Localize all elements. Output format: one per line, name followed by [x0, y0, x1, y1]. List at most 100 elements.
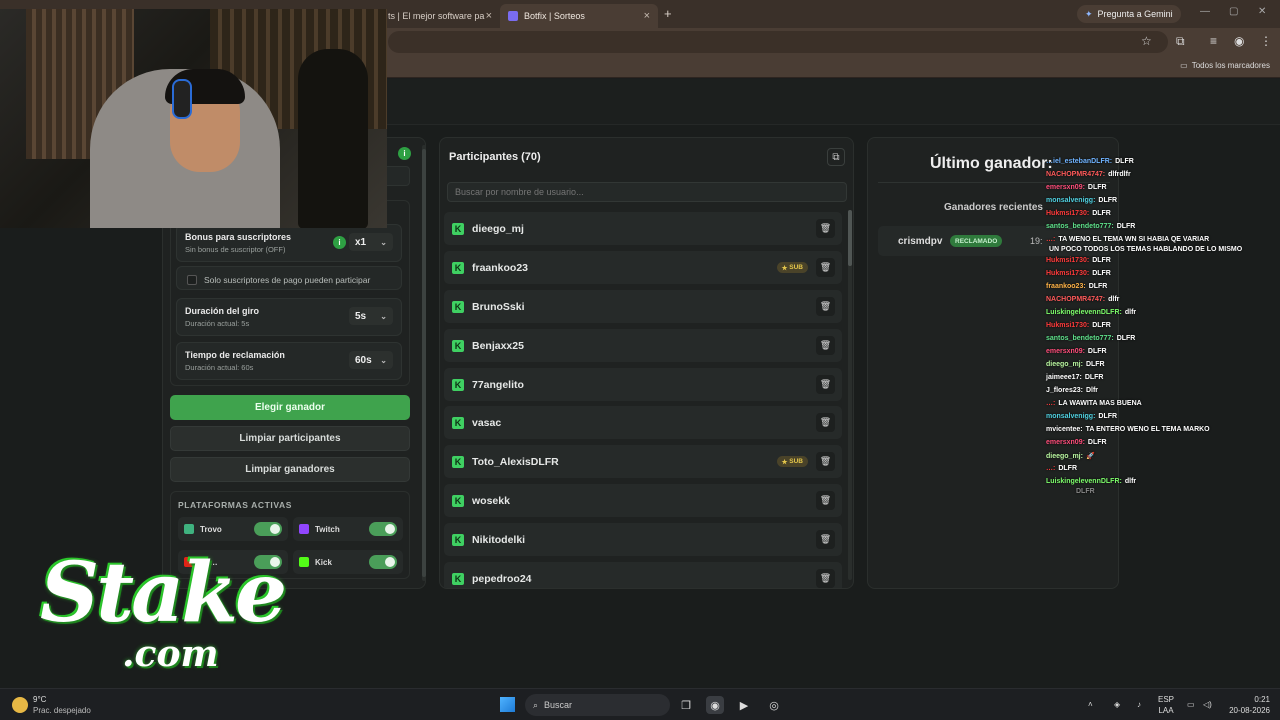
chat-message: J_flores23: Dlfr: [1046, 387, 1098, 394]
twitch-toggle[interactable]: [369, 522, 397, 536]
paid-only-checkbox[interactable]: [187, 275, 197, 285]
trash-icon[interactable]: 🗑: [816, 491, 835, 510]
participants-scrollbar[interactable]: [848, 210, 852, 580]
bonus-value: x1: [355, 236, 367, 248]
extensions-icon[interactable]: ⧉: [1176, 34, 1185, 49]
language-indicator[interactable]: ESP LAA: [1158, 694, 1174, 716]
volume-icon[interactable]: ◁): [1203, 699, 1212, 710]
kick-toggle[interactable]: [369, 555, 397, 569]
chat-username: monsalvenigg:: [1046, 197, 1096, 204]
bonus-select[interactable]: x1 ⌄: [349, 233, 393, 251]
chat-username: NACHOPMR4747:: [1046, 296, 1106, 303]
trovo-toggle[interactable]: [254, 522, 282, 536]
taskbar-search[interactable]: ⌕ Buscar: [525, 694, 670, 716]
media-player-icon[interactable]: ▶: [735, 696, 753, 714]
chat-message: monsalvenigg: DLFR: [1046, 197, 1117, 204]
clear-participants-button[interactable]: Limpiar participantes: [170, 426, 410, 451]
participant-row: K 77angelito 🗑: [444, 368, 842, 401]
chevron-down-icon: ⌄: [380, 237, 387, 247]
participant-search-input[interactable]: [447, 182, 847, 202]
chat-username: mvicentee:: [1046, 426, 1083, 433]
trash-icon[interactable]: 🗑: [816, 297, 835, 316]
trash-icon[interactable]: 🗑: [816, 375, 835, 394]
tab-software-label: ts | El mejor software pa: [388, 11, 485, 21]
kick-icon: K: [452, 339, 464, 352]
obs-icon[interactable]: ◎: [765, 696, 783, 714]
menu-kebab-icon[interactable]: ⋮: [1260, 34, 1272, 48]
microphone-icon[interactable]: ♪: [1137, 699, 1141, 710]
participant-row: K wosekk 🗑: [444, 484, 842, 517]
platform-kick[interactable]: Kick: [293, 550, 403, 574]
spin-select[interactable]: 5s ⌄: [349, 307, 393, 325]
tray-discord-icon[interactable]: ◈: [1114, 699, 1120, 710]
settings-scrollbar[interactable]: [422, 145, 426, 581]
tab-close-icon[interactable]: ×: [486, 10, 492, 22]
minimize-icon[interactable]: —: [1200, 6, 1210, 17]
media-icon[interactable]: ≡: [1210, 34, 1217, 48]
chat-text: Dlfr: [1085, 387, 1099, 394]
trash-icon[interactable]: 🗑: [816, 569, 835, 588]
tab-botfix[interactable]: Botfix | Sorteos ×: [500, 4, 658, 28]
close-window-icon[interactable]: ✕: [1258, 6, 1266, 17]
pick-winner-button[interactable]: Elegir ganador: [170, 395, 410, 420]
weather-desc: Prac. despejado: [33, 706, 91, 715]
gemini-label: Pregunta a Gemini: [1097, 9, 1173, 19]
trash-icon[interactable]: 🗑: [816, 452, 835, 471]
last-winner-title: Último ganador:: [930, 155, 1053, 172]
headset-icon: [172, 79, 192, 119]
network-icon[interactable]: ▭: [1187, 699, 1195, 710]
sub-badge: ★ SUB: [776, 262, 808, 273]
chat-text: DLFR: [1092, 270, 1111, 277]
platform-kick-label: Kick: [315, 557, 332, 567]
task-view-icon[interactable]: ❐: [677, 696, 695, 714]
trash-icon[interactable]: 🗑: [816, 530, 835, 549]
tray-chevron-icon[interactable]: ˄: [1088, 699, 1093, 710]
windows-start-icon[interactable]: [500, 697, 515, 712]
chat-username: santos_bendeto777:: [1046, 223, 1114, 230]
chat-username: …iel_estebanDLFR:: [1046, 158, 1113, 165]
all-bookmarks[interactable]: ▭ Todos los marcadores: [1180, 61, 1270, 70]
chat-text: dlfr: [1124, 309, 1137, 316]
participants-title: Participantes (70): [449, 151, 541, 163]
chat-username: fraankoo23:: [1046, 283, 1086, 290]
platform-twitch[interactable]: Twitch: [293, 517, 403, 541]
new-tab-icon[interactable]: +: [664, 6, 672, 21]
clear-winners-button[interactable]: Limpiar ganadores: [170, 457, 410, 482]
clock[interactable]: 0:21 20-08-2026: [1222, 694, 1270, 716]
gemini-button[interactable]: ✦ Pregunta a Gemini: [1077, 5, 1181, 23]
claim-time-setting: Tiempo de reclamación Duración actual: 6…: [176, 342, 402, 380]
chrome-icon[interactable]: ◉: [706, 696, 724, 714]
chat-username: monsalvenigg:: [1046, 413, 1096, 420]
weather-moon-icon[interactable]: [12, 697, 28, 713]
bonus-setting: Bonus para suscriptores Sin bonus de sus…: [176, 224, 402, 262]
bonus-info-icon[interactable]: i: [333, 236, 346, 249]
participant-name: 77angelito: [472, 378, 524, 391]
tab-close-icon[interactable]: ×: [644, 10, 650, 22]
chevron-down-icon: ⌄: [380, 311, 387, 321]
trash-icon[interactable]: 🗑: [816, 413, 835, 432]
maximize-icon[interactable]: ▢: [1229, 6, 1238, 17]
claim-select[interactable]: 60s ⌄: [349, 351, 393, 369]
paid-only-setting[interactable]: Solo suscriptores de pago pueden partici…: [176, 266, 402, 290]
url-field[interactable]: [388, 31, 1168, 53]
trash-icon[interactable]: 🗑: [816, 258, 835, 277]
chat-text: DLFR: [1087, 184, 1107, 191]
webcam-chair: [298, 49, 368, 228]
chat-text: dlfrdlfr: [1108, 171, 1131, 178]
bookmark-star-icon[interactable]: ☆: [1141, 34, 1152, 48]
chat-text: DLFR: [1092, 322, 1111, 329]
chat-text: DLFR: [1092, 210, 1111, 217]
info-icon[interactable]: i: [398, 147, 411, 160]
weather-temp: 9°C: [33, 695, 47, 704]
chat-message: santos_bendeto777: DLFR: [1046, 335, 1135, 342]
chat-text: LA WAWITA MAS BUENA: [1058, 400, 1142, 407]
trash-icon[interactable]: 🗑: [816, 219, 835, 238]
trash-icon[interactable]: 🗑: [816, 336, 835, 355]
profile-avatar-icon[interactable]: ◉: [1234, 34, 1244, 48]
copy-icon[interactable]: ⧉: [827, 148, 845, 166]
participant-name: dieego_mj: [472, 222, 524, 235]
tab-software[interactable]: ts | El mejor software pa ×: [380, 4, 500, 28]
platform-trovo[interactable]: Trovo: [178, 517, 288, 541]
participant-row: K Nikitodelki 🗑: [444, 523, 842, 556]
participant-name: pepedroo24: [472, 572, 532, 585]
